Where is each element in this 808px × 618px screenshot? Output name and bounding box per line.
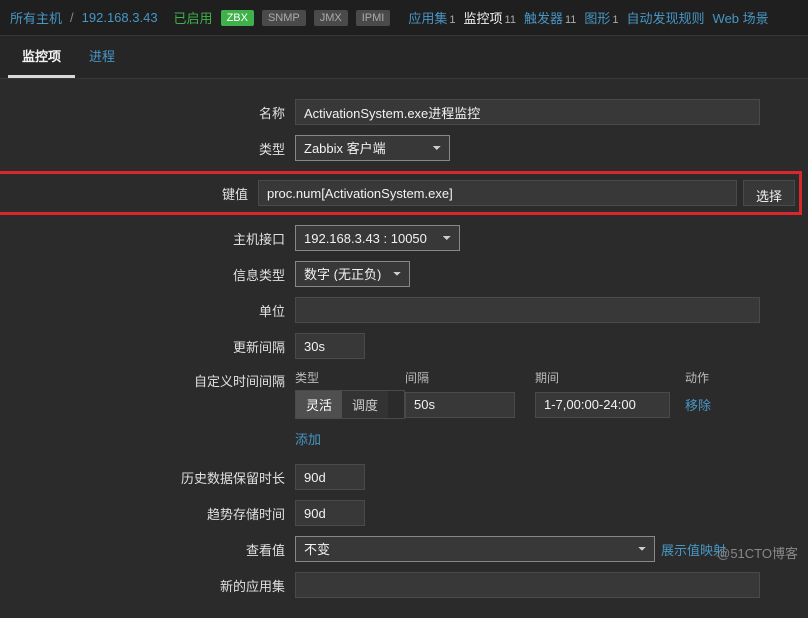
badge-zbx: ZBX	[221, 10, 254, 26]
opt-scheduling[interactable]: 调度	[342, 391, 388, 418]
label-name: 名称	[10, 103, 295, 122]
label-trends: 趋势存储时间	[10, 504, 295, 523]
label-show-value: 查看值	[10, 540, 295, 559]
tabs: 监控项 进程	[0, 36, 808, 79]
input-update-interval[interactable]	[295, 333, 365, 359]
label-interface: 主机接口	[10, 229, 295, 248]
input-interval-value[interactable]	[405, 392, 515, 418]
select-type[interactable]: Zabbix 客户端	[295, 135, 450, 161]
input-period-value[interactable]	[535, 392, 670, 418]
label-history: 历史数据保留时长	[10, 468, 295, 487]
head-period: 期间	[535, 369, 685, 386]
input-units[interactable]	[295, 297, 760, 323]
item-form: 名称 类型 Zabbix 客户端 键值 选择 主机接口 192.168.3.43…	[0, 79, 808, 618]
input-name[interactable]	[295, 99, 760, 125]
label-units: 单位	[10, 301, 295, 320]
label-new-application: 新的应用集	[10, 576, 295, 595]
button-key-select[interactable]: 选择	[743, 180, 795, 206]
tab-item[interactable]: 监控项	[8, 36, 75, 78]
breadcrumb-sep: /	[70, 10, 74, 25]
label-info-type: 信息类型	[10, 265, 295, 284]
label-custom-intervals: 自定义时间间隔	[10, 369, 295, 390]
select-interface[interactable]: 192.168.3.43 : 10050	[295, 225, 460, 251]
badge-ipmi: IPMI	[356, 10, 391, 26]
tab-process[interactable]: 进程	[75, 36, 129, 78]
head-action: 动作	[685, 369, 745, 386]
nav-discovery[interactable]: 自动发现规则	[627, 8, 705, 27]
breadcrumb-all-hosts[interactable]: 所有主机	[10, 8, 62, 27]
host-status: 已启用	[174, 8, 213, 27]
input-new-application[interactable]	[295, 572, 760, 598]
watermark: @51CTO博客	[717, 543, 798, 562]
nav-applications[interactable]: 应用集1	[408, 8, 455, 27]
label-type: 类型	[10, 139, 295, 158]
nav-graphs[interactable]: 图形1	[584, 8, 618, 27]
breadcrumb-host-ip[interactable]: 192.168.3.43	[82, 10, 158, 25]
head-interval: 间隔	[405, 369, 535, 386]
link-add-interval[interactable]: 添加	[295, 432, 321, 447]
link-remove-interval[interactable]: 移除	[685, 398, 711, 413]
select-show-value[interactable]: 不变	[295, 536, 655, 562]
badge-jmx: JMX	[314, 10, 348, 26]
select-info-type[interactable]: 数字 (无正负)	[295, 261, 410, 287]
nav-triggers[interactable]: 触发器11	[524, 8, 576, 27]
input-trends[interactable]	[295, 500, 365, 526]
input-history[interactable]	[295, 464, 365, 490]
head-type: 类型	[295, 369, 405, 386]
interval-type-segment: 灵活 调度	[295, 390, 405, 419]
badge-snmp: SNMP	[262, 10, 306, 26]
top-bar: 所有主机 / 192.168.3.43 已启用 ZBX SNMP JMX IPM…	[0, 0, 808, 36]
label-update-interval: 更新间隔	[10, 337, 295, 356]
key-highlight: 键值 选择	[0, 171, 802, 215]
label-key: 键值	[13, 184, 258, 203]
nav-web[interactable]: Web 场景	[713, 8, 769, 27]
nav-items[interactable]: 监控项11	[464, 8, 516, 27]
input-key[interactable]	[258, 180, 737, 206]
opt-flexible[interactable]: 灵活	[296, 391, 342, 418]
